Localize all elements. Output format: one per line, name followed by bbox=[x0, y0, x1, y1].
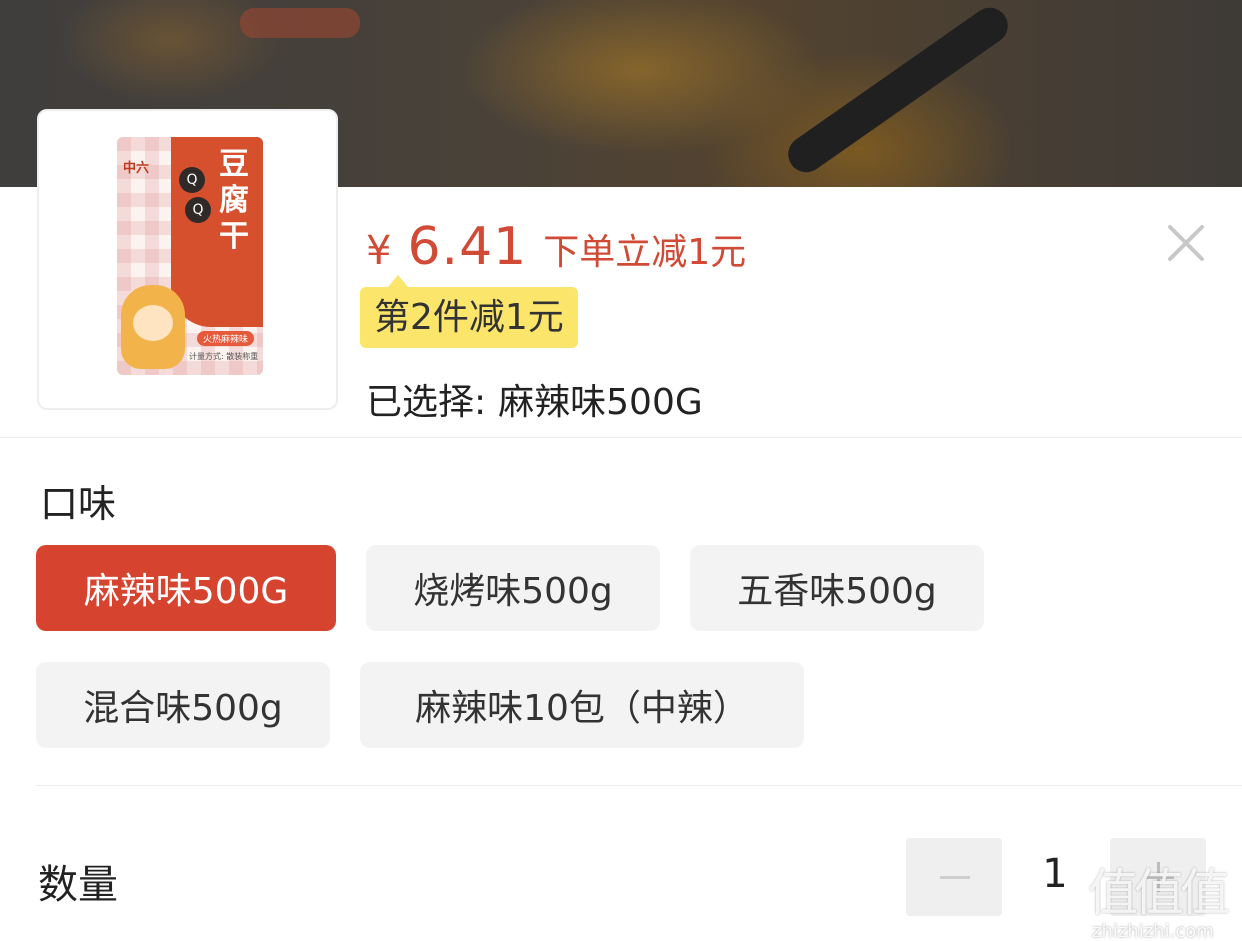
currency-symbol: ¥ bbox=[366, 228, 392, 274]
quantity-input[interactable] bbox=[1030, 851, 1080, 897]
coupon-badge: 第2件减1元 bbox=[360, 275, 578, 348]
watermark-text: zhizhizhi.com bbox=[1092, 921, 1214, 941]
product-package-image: 中六 Q Q 豆腐干 火热麻辣味 计量方式: 散装称重 bbox=[117, 137, 263, 375]
selected-sku: 已选择: 麻辣味500G bbox=[366, 373, 703, 425]
selected-sku-value: 麻辣味500G bbox=[498, 382, 703, 423]
flavor-option-wuxiang-500g[interactable]: 五香味500g bbox=[690, 545, 984, 631]
package-mascot bbox=[121, 285, 185, 369]
section-divider bbox=[36, 785, 1242, 786]
package-q-badge-2: Q bbox=[185, 197, 211, 223]
product-thumbnail[interactable]: 中六 Q Q 豆腐干 火热麻辣味 计量方式: 散装称重 bbox=[37, 109, 338, 410]
selected-sku-label: 已选择: bbox=[366, 382, 487, 423]
package-meta: 计量方式: 散装称重 bbox=[189, 352, 259, 361]
package-title: 豆腐干 bbox=[219, 147, 249, 254]
promo-text: 下单立减1元 bbox=[543, 232, 747, 273]
price-row: ¥ 6.41 下单立减1元 bbox=[366, 217, 746, 277]
flavor-option-mixed-500g[interactable]: 混合味500g bbox=[36, 662, 330, 748]
price-amount: 6.41 bbox=[407, 217, 528, 277]
flavor-option-bbq-500g[interactable]: 烧烤味500g bbox=[366, 545, 660, 631]
sku-selector-screen: ¥ 6.41 下单立减1元 第2件减1元 已选择: 麻辣味500G 口味 麻辣味5… bbox=[0, 0, 1242, 941]
quantity-increase-button[interactable] bbox=[1110, 838, 1206, 916]
quantity-decrease-button[interactable] bbox=[906, 838, 1002, 916]
header-divider bbox=[0, 437, 1242, 438]
quantity-label: 数量 bbox=[38, 862, 118, 908]
flavor-option-mala-500g[interactable]: 麻辣味500G bbox=[36, 545, 336, 631]
close-button[interactable] bbox=[1166, 223, 1206, 263]
package-q-badge: Q bbox=[179, 167, 205, 193]
package-brand: 中六 bbox=[123, 161, 150, 176]
minus-icon bbox=[940, 876, 970, 879]
close-icon bbox=[1168, 225, 1204, 261]
package-flavor: 火热麻辣味 bbox=[197, 331, 255, 346]
flavor-option-mala-10-packs[interactable]: 麻辣味10包（中辣） bbox=[360, 662, 804, 748]
flavor-section-title: 口味 bbox=[40, 482, 117, 526]
